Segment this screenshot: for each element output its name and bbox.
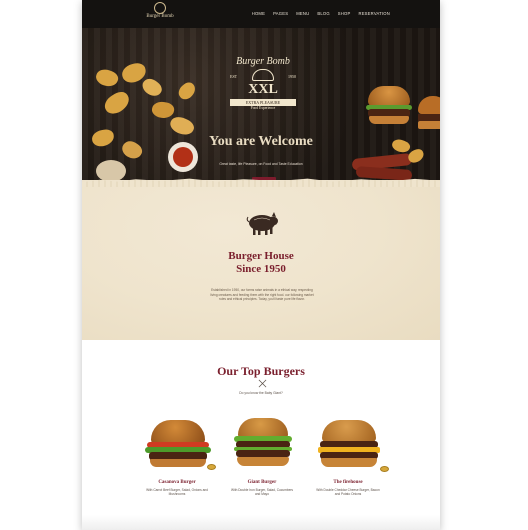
hero-section: Burger Bomb EST 1950 XXL EXTRA PLEASURE … <box>82 10 440 190</box>
burger-name[interactable]: Giant Burger <box>222 480 302 485</box>
nav-reservation[interactable]: Reservation <box>358 11 390 16</box>
brand-ribbon: EXTRA PLEASURE <box>230 99 296 106</box>
hero-title: You are Welcome <box>209 134 313 149</box>
nav-home[interactable]: Home <box>252 11 265 16</box>
header-logo-text: Burger Bomb <box>146 14 174 19</box>
coin-icon <box>380 466 389 472</box>
logo-emblem-icon <box>154 2 166 14</box>
website-page: Burger Bomb EST 1950 XXL EXTRA PLEASURE … <box>82 0 440 530</box>
brand-subtitle: Food Experience <box>250 106 276 110</box>
top-burgers-subtitle: Do you know the Baby Giant? <box>239 391 283 395</box>
burger-description: With Double Cheddar Cheese Burger, Bacon… <box>316 488 380 497</box>
brand-year: 1950 <box>288 74 296 79</box>
nav-shop[interactable]: Shop <box>338 11 351 16</box>
burger-image <box>308 412 389 472</box>
burger-description: With Carrot Beef Burger, Salad, Onions a… <box>146 488 208 497</box>
brand-xxl: XXL <box>248 82 278 97</box>
brand-name: Burger Bomb <box>236 56 290 67</box>
top-burgers-title: Our Top Burgers <box>217 364 305 378</box>
brand-est: EST <box>230 74 238 79</box>
hero-subtitle: Great taste, life Pleasure, on Food and … <box>219 162 303 166</box>
header-bar: Burger Bomb Home Pages Menu Blog Shop Re… <box>82 0 440 28</box>
about-title-line2: Since 1950 <box>236 263 286 275</box>
main-nav: Home Pages Menu Blog Shop Reservation <box>252 11 390 16</box>
burger-image <box>222 412 302 472</box>
brand-logo: Burger Bomb EST 1950 XXL EXTRA PLEASURE … <box>230 56 296 110</box>
nav-blog[interactable]: Blog <box>317 11 329 16</box>
hero-burger <box>366 86 412 124</box>
hero-burger-partial <box>418 96 440 130</box>
page-bottom-fade <box>82 515 440 530</box>
about-text: Established in 1950, our farms raise ani… <box>210 288 314 302</box>
nav-menu[interactable]: Menu <box>296 11 309 16</box>
burger-card[interactable]: Casanova Burger With Carrot Beef Burger,… <box>137 412 217 497</box>
burger-card[interactable]: Giant Burger With Double Iron Burger, Sa… <box>222 412 302 497</box>
burger-card[interactable]: The firehouse With Double Cheddar Cheese… <box>308 412 389 497</box>
nav-pages[interactable]: Pages <box>273 11 288 16</box>
header-logo[interactable]: Burger Bomb <box>140 2 180 22</box>
burger-name[interactable]: The firehouse <box>308 480 388 485</box>
about-title: Burger House Since 1950 <box>82 250 440 276</box>
about-title-line1: Burger House <box>228 250 294 262</box>
crossed-cutlery-icon <box>258 379 267 388</box>
burger-name[interactable]: Casanova Burger <box>137 480 217 485</box>
coin-icon <box>207 464 216 470</box>
burger-image <box>137 412 217 472</box>
pig-icon <box>246 212 278 235</box>
burger-description: With Double Iron Burger, Salad, Cucumber… <box>230 488 293 497</box>
